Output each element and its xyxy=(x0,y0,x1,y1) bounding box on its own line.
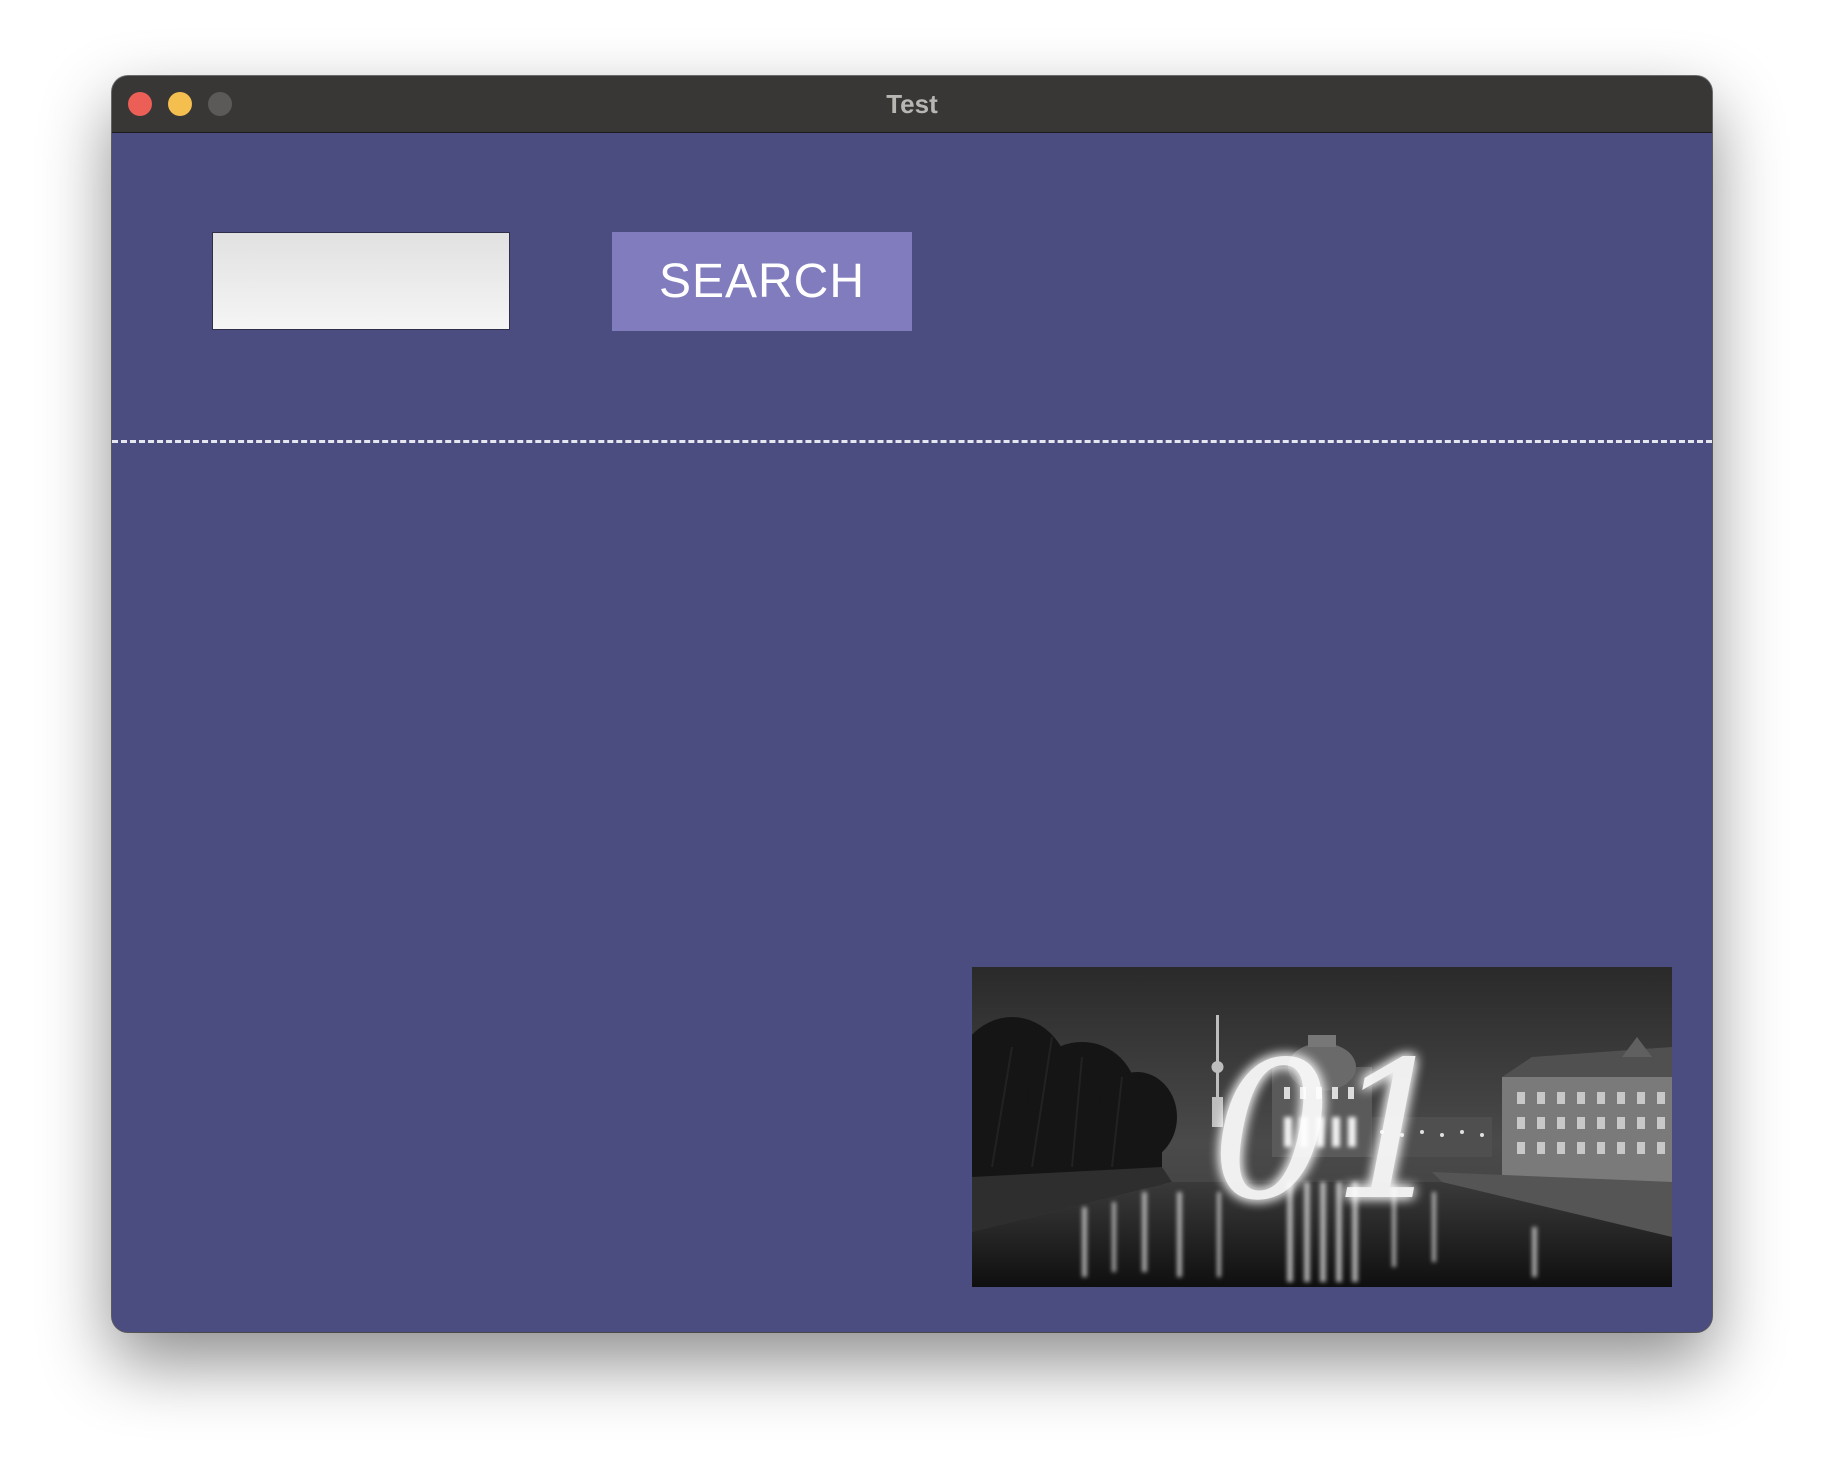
night-city-photo: 01 xyxy=(972,967,1672,1287)
search-button[interactable]: SEARCH xyxy=(612,232,912,331)
search-input[interactable] xyxy=(212,232,510,330)
window-title: Test xyxy=(886,89,938,119)
dashed-divider xyxy=(112,440,1712,443)
main-content: SEARCH 01 xyxy=(112,133,1712,1332)
title-bar[interactable]: Test xyxy=(112,76,1712,133)
image-overlay-text: 01 xyxy=(1211,1021,1453,1242)
app-window: Test SEARCH 01 xyxy=(112,76,1712,1332)
